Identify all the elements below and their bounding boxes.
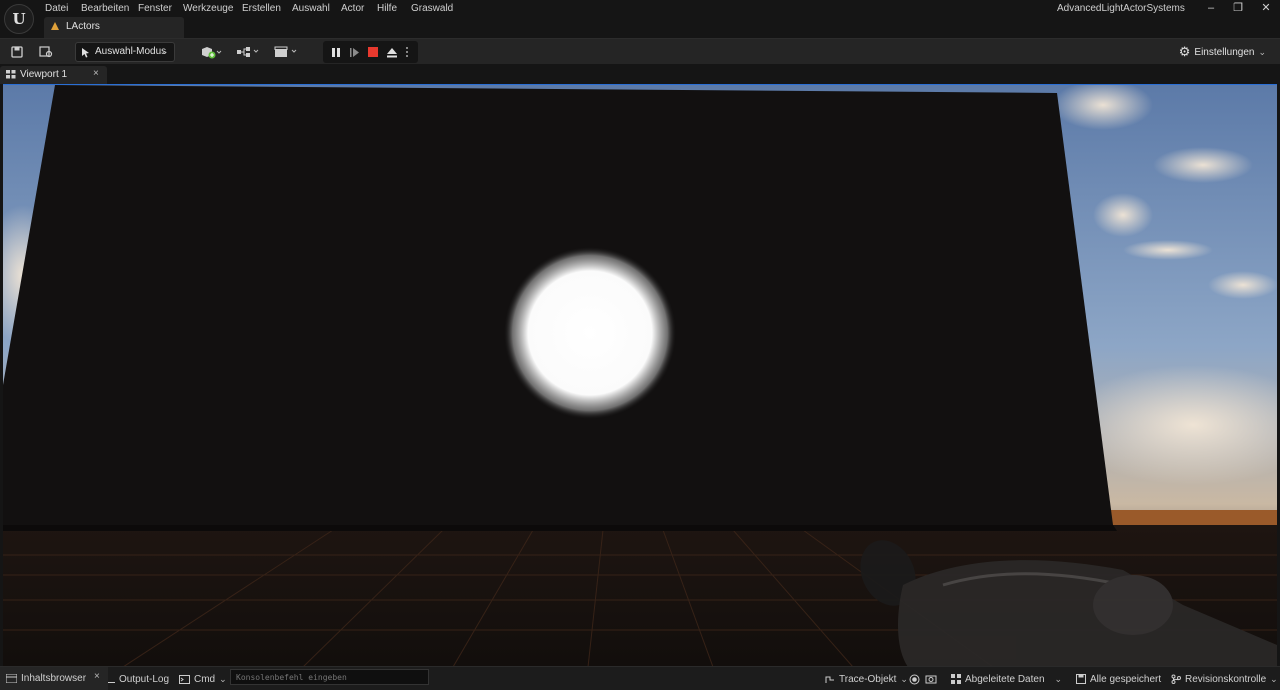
viewport-icon [6, 70, 16, 79]
close-window-icon[interactable]: ✕ [1252, 0, 1280, 16]
settings-label: Einstellungen [1194, 46, 1255, 58]
derived-data-label: Abgeleitete Daten [965, 673, 1045, 685]
level-viewport[interactable] [3, 84, 1277, 666]
mode-dropdown-label: Auswahl-Modus [95, 46, 167, 57]
content-browser-icon [6, 673, 17, 683]
revision-control-dropdown[interactable]: Revisionskontrolle ⌄ [1171, 672, 1278, 686]
status-bar: Inhaltsbrowser × Output-Log Cmd ⌄ Trace-… [0, 666, 1280, 690]
output-log-button[interactable]: Output-Log [108, 672, 169, 686]
menu-auswahl[interactable]: Auswahl [292, 2, 330, 16]
document-tab-label: LActors [66, 21, 100, 32]
unreal-logo-icon[interactable]: U [4, 4, 34, 34]
all-saved-label: Alle gespeichert [1090, 673, 1162, 685]
menu-bearbeiten[interactable]: Bearbeiten [81, 2, 129, 16]
derived-data-dropdown[interactable]: Abgeleitete Daten ⌄ [951, 672, 1062, 686]
logo-glyph: U [12, 10, 26, 28]
document-tab-lactors[interactable]: LActors [44, 17, 184, 38]
tab-viewport-1[interactable]: Viewport 1 × [0, 66, 107, 84]
menu-actor[interactable]: Actor [341, 2, 364, 16]
gear-icon: ⚙ [1178, 44, 1191, 59]
blueprint-icon[interactable] [234, 42, 262, 62]
menu-graswald[interactable]: Graswald [411, 2, 453, 16]
project-name: AdvancedLightActorSystems [1057, 3, 1185, 14]
menu-hilfe[interactable]: Hilfe [377, 2, 397, 16]
console-command-input[interactable] [230, 669, 429, 685]
revision-control-label: Revisionskontrolle [1185, 673, 1267, 685]
log-icon [108, 675, 115, 683]
menu-fenster[interactable]: Fenster [138, 2, 172, 16]
add-actor-icon[interactable] [197, 42, 225, 62]
cmd-label: Cmd [194, 673, 216, 685]
trace-object-dropdown[interactable]: Trace-Objekt ⌄ [825, 672, 908, 686]
mode-dropdown[interactable]: Auswahl-Modus ⌄ [75, 42, 175, 62]
menu-datei[interactable]: Datei [45, 2, 68, 16]
menu-bar: U Datei Bearbeiten Fenster Werkzeuge Ers… [0, 0, 1280, 38]
record-icon[interactable] [909, 672, 920, 686]
trace-icon [825, 676, 834, 683]
cmd-dropdown[interactable]: Cmd ⌄ [179, 672, 227, 686]
derived-data-icon [951, 674, 961, 684]
play-controls [323, 41, 418, 63]
browse-icon[interactable] [35, 42, 57, 62]
chevron-down-icon: ⌄ [219, 673, 227, 684]
content-browser-tab[interactable]: Inhaltsbrowser × [0, 667, 108, 690]
all-saved-button[interactable]: Alle gespeichert [1076, 672, 1161, 686]
menu-werkzeuge[interactable]: Werkzeuge [183, 2, 233, 16]
viewport-tab-strip: Viewport 1 × [0, 64, 1280, 84]
level-icon [51, 22, 59, 30]
more-icon[interactable] [399, 42, 415, 62]
minimize-icon[interactable]: – [1197, 0, 1225, 16]
content-browser-label: Inhaltsbrowser [21, 672, 87, 684]
main-toolbar: Auswahl-Modus ⌄ ⚙ Einstellungen ⌄ [0, 38, 1280, 65]
menu-erstellen[interactable]: Erstellen [242, 2, 281, 16]
trace-object-label: Trace-Objekt [839, 673, 897, 685]
close-content-browser-icon[interactable]: × [94, 671, 100, 682]
terminal-icon [179, 674, 190, 684]
chevron-down-icon: ⌄ [1258, 46, 1266, 57]
viewport-scene [3, 85, 1277, 666]
cursor-icon [82, 48, 89, 58]
viewport-tab-label: Viewport 1 [20, 69, 68, 80]
maximize-icon[interactable]: ❐ [1224, 0, 1252, 16]
output-log-label: Output-Log [119, 673, 170, 685]
chevron-down-icon: ⌄ [1270, 673, 1278, 684]
settings-button[interactable]: ⚙ Einstellungen ⌄ [1179, 44, 1266, 60]
close-tab-icon[interactable]: × [93, 68, 99, 79]
save-icon[interactable] [6, 42, 28, 62]
cinematics-icon[interactable] [272, 42, 300, 62]
content-browser-item: Inhaltsbrowser [6, 671, 86, 685]
chevron-down-icon: ⌄ [1054, 673, 1063, 684]
camera-icon[interactable] [925, 672, 937, 686]
save-status-icon [1076, 674, 1086, 684]
chevron-down-icon: ⌄ [900, 673, 908, 684]
revision-control-icon [1171, 674, 1181, 684]
chevron-down-icon: ⌄ [161, 46, 169, 56]
